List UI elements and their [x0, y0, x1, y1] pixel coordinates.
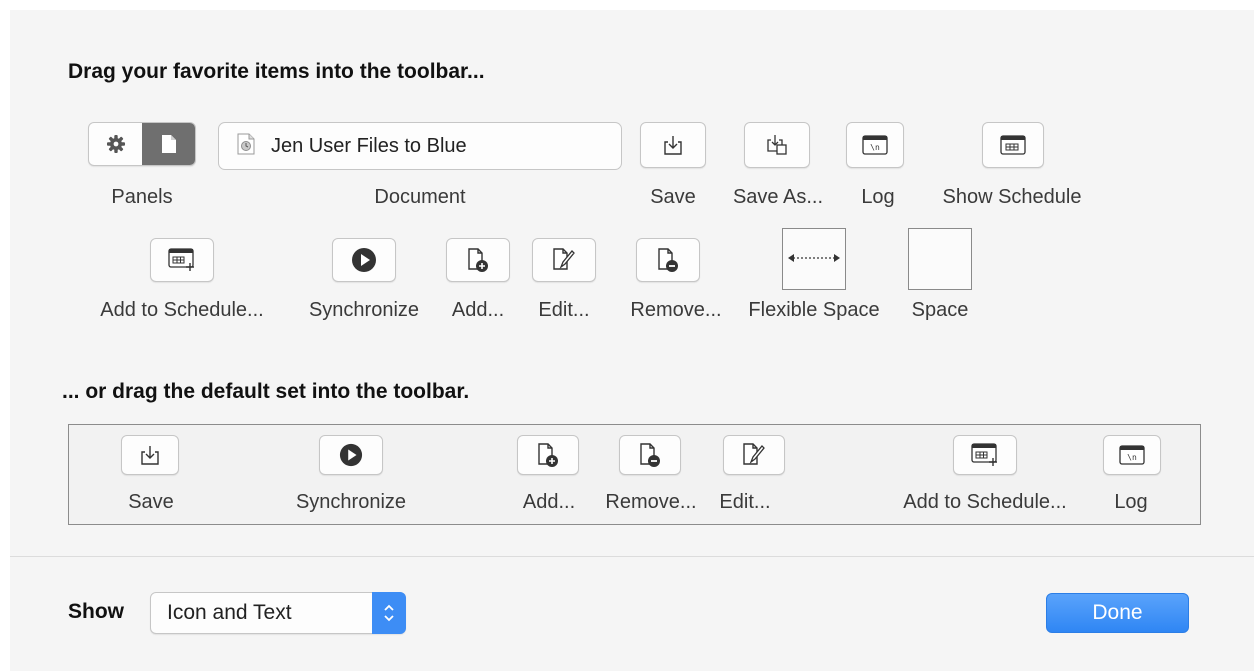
show-popup-button[interactable]: Icon and Text	[150, 592, 406, 634]
schedule-icon	[1000, 135, 1026, 155]
default-log-label: Log	[1114, 491, 1148, 513]
space-item[interactable]	[908, 228, 972, 290]
default-synchronize-label: Synchronize	[295, 491, 407, 513]
save-icon	[662, 134, 684, 156]
default-remove-button[interactable]	[619, 435, 681, 475]
default-edit-label: Edit...	[719, 491, 771, 513]
log-label: Log	[861, 186, 895, 208]
document-icon[interactable]	[142, 123, 195, 165]
default-remove-label: Remove...	[605, 491, 697, 513]
panels-segmented-control[interactable]	[88, 122, 196, 166]
synchronize-label: Synchronize	[308, 299, 420, 321]
remove-button[interactable]	[636, 238, 700, 282]
gear-icon[interactable]	[89, 123, 142, 165]
default-edit-button[interactable]	[723, 435, 785, 475]
edit-document-icon	[742, 442, 766, 468]
log-button[interactable]: \n	[846, 122, 904, 168]
remove-document-icon	[657, 247, 679, 273]
edit-button[interactable]	[532, 238, 596, 282]
add-schedule-icon	[971, 443, 999, 467]
add-to-schedule-button[interactable]	[150, 238, 214, 282]
document-field[interactable]: Jen User Files to Blue	[218, 122, 622, 170]
add-document-icon	[537, 442, 559, 468]
log-icon: \n	[862, 135, 888, 155]
add-label: Add...	[451, 299, 505, 321]
play-icon	[351, 247, 377, 273]
default-add-button[interactable]	[517, 435, 579, 475]
document-label: Document	[374, 186, 466, 208]
remove-label: Remove...	[630, 299, 722, 321]
default-save-button[interactable]	[121, 435, 179, 475]
edit-label: Edit...	[538, 299, 590, 321]
show-label: Show	[68, 600, 124, 623]
save-icon	[139, 444, 161, 466]
add-to-schedule-label: Add to Schedule...	[100, 299, 264, 321]
space-label: Space	[911, 299, 969, 321]
default-log-button[interactable]: \n	[1103, 435, 1161, 475]
save-as-button[interactable]	[744, 122, 810, 168]
customize-toolbar-sheet: Drag your favorite items into the toolba…	[10, 10, 1254, 671]
flexible-space-item[interactable]	[782, 228, 846, 290]
add-schedule-icon	[168, 248, 196, 272]
edit-document-icon	[552, 247, 576, 273]
show-schedule-label: Show Schedule	[942, 186, 1082, 208]
save-as-label: Save As...	[732, 186, 824, 208]
svg-text:\n: \n	[870, 143, 880, 152]
add-button[interactable]	[446, 238, 510, 282]
save-button[interactable]	[640, 122, 706, 168]
flexible-space-icon	[787, 250, 841, 268]
remove-document-icon	[639, 442, 661, 468]
add-document-icon	[467, 247, 489, 273]
default-save-label: Save	[128, 491, 174, 513]
favorites-heading: Drag your favorite items into the toolba…	[68, 60, 485, 83]
flexible-space-label: Flexible Space	[748, 299, 880, 321]
done-button[interactable]: Done	[1046, 593, 1189, 633]
document-file-icon	[237, 133, 255, 160]
divider	[10, 556, 1254, 557]
default-add-label: Add...	[522, 491, 576, 513]
show-popup-value: Icon and Text	[167, 601, 292, 624]
save-label: Save	[650, 186, 696, 208]
default-add-to-schedule-label: Add to Schedule...	[903, 491, 1067, 513]
default-set-toolbar[interactable]: Save Synchronize Add... Remove... Edit..…	[68, 424, 1201, 525]
default-set-heading: ... or drag the default set into the too…	[62, 380, 470, 403]
svg-text:\n: \n	[1127, 453, 1137, 462]
synchronize-button[interactable]	[332, 238, 396, 282]
show-schedule-button[interactable]	[982, 122, 1044, 168]
panels-label: Panels	[111, 186, 173, 208]
save-as-icon	[765, 133, 789, 157]
default-add-to-schedule-button[interactable]	[953, 435, 1017, 475]
up-down-chevron-icon	[372, 592, 406, 634]
play-icon	[339, 443, 363, 467]
log-icon: \n	[1119, 445, 1145, 465]
document-name: Jen User Files to Blue	[271, 134, 467, 157]
default-synchronize-button[interactable]	[319, 435, 383, 475]
